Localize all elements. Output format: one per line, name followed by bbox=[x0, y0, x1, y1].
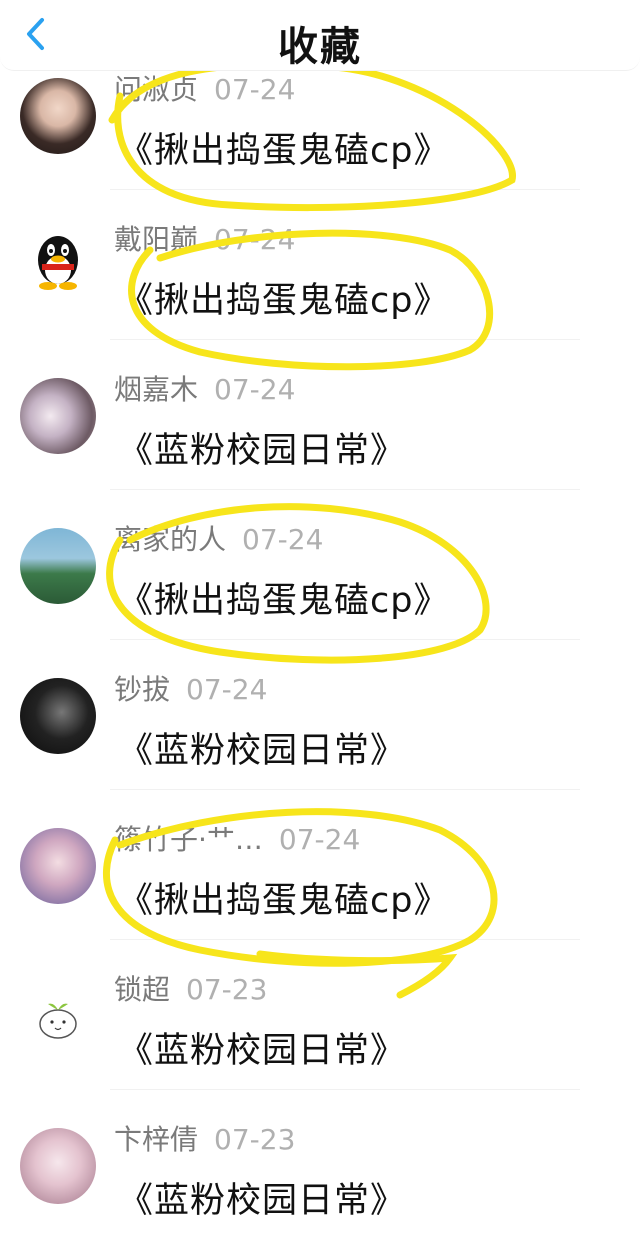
sprout-face-icon bbox=[39, 1003, 77, 1039]
avatar bbox=[20, 978, 96, 1054]
avatar bbox=[20, 828, 96, 904]
item-title: 《蓝粉校园日常》 bbox=[118, 1031, 407, 1071]
page-title: 收藏 bbox=[278, 24, 362, 70]
list-item[interactable]: 卞梓倩 07-23 《蓝粉校园日常》 bbox=[0, 1090, 640, 1240]
item-title: 《蓝粉校园日常》 bbox=[118, 1181, 407, 1221]
item-date: 07-24 bbox=[186, 673, 268, 706]
item-meta: 问淑贞 07-24 bbox=[114, 68, 295, 108]
penguin-icon bbox=[38, 236, 78, 290]
list-item[interactable]: 锁超 07-23 《蓝粉校园日常》 bbox=[0, 940, 640, 1090]
list-item[interactable]: 戴阳巅 07-24 《揪出捣蛋鬼磕cp》 bbox=[0, 190, 640, 340]
item-date: 07-24 bbox=[214, 373, 296, 406]
user-name: 离家的人 bbox=[114, 523, 227, 556]
item-meta: 卞梓倩 07-23 bbox=[114, 1118, 295, 1158]
avatar bbox=[20, 678, 96, 754]
item-meta: 烟嘉木 07-24 bbox=[114, 368, 295, 408]
user-name: 卞梓倩 bbox=[114, 1123, 199, 1156]
top-bar: 收藏 bbox=[0, 0, 640, 71]
avatar bbox=[20, 378, 96, 454]
item-title: 《揪出捣蛋鬼磕cp》 bbox=[118, 281, 450, 321]
item-meta: 篠竹子·艹… 07-24 bbox=[114, 818, 360, 858]
item-title: 《揪出捣蛋鬼磕cp》 bbox=[118, 581, 450, 621]
item-date: 07-23 bbox=[186, 973, 268, 1006]
list-item[interactable]: 烟嘉木 07-24 《蓝粉校园日常》 bbox=[0, 340, 640, 490]
avatar bbox=[20, 226, 96, 302]
item-title: 《蓝粉校园日常》 bbox=[118, 731, 407, 771]
list-item[interactable]: 离家的人 07-24 《揪出捣蛋鬼磕cp》 bbox=[0, 490, 640, 640]
item-title: 《揪出捣蛋鬼磕cp》 bbox=[118, 881, 450, 921]
user-name: 问淑贞 bbox=[114, 73, 199, 106]
user-name: 钞拔 bbox=[114, 673, 171, 706]
item-date: 07-24 bbox=[242, 523, 324, 556]
item-date: 07-24 bbox=[214, 223, 296, 256]
item-meta: 锁超 07-23 bbox=[114, 968, 267, 1008]
item-title: 《蓝粉校园日常》 bbox=[118, 431, 407, 471]
list-item[interactable]: 篠竹子·艹… 07-24 《揪出捣蛋鬼磕cp》 bbox=[0, 790, 640, 940]
user-name: 烟嘉木 bbox=[114, 373, 199, 406]
avatar bbox=[20, 78, 96, 154]
list-item[interactable]: 钞拔 07-24 《蓝粉校园日常》 bbox=[0, 640, 640, 790]
item-date: 07-24 bbox=[278, 823, 361, 856]
item-date: 07-23 bbox=[214, 1123, 296, 1156]
item-date: 07-24 bbox=[214, 73, 296, 106]
item-meta: 离家的人 07-24 bbox=[114, 518, 323, 558]
user-name: 篠竹子·艹… bbox=[114, 823, 263, 856]
user-name: 锁超 bbox=[114, 973, 171, 1006]
avatar bbox=[20, 528, 96, 604]
user-name: 戴阳巅 bbox=[114, 223, 199, 256]
item-meta: 钞拔 07-24 bbox=[114, 668, 267, 708]
item-title: 《揪出捣蛋鬼磕cp》 bbox=[118, 131, 450, 171]
avatar bbox=[20, 1128, 96, 1204]
item-meta: 戴阳巅 07-24 bbox=[114, 218, 295, 258]
